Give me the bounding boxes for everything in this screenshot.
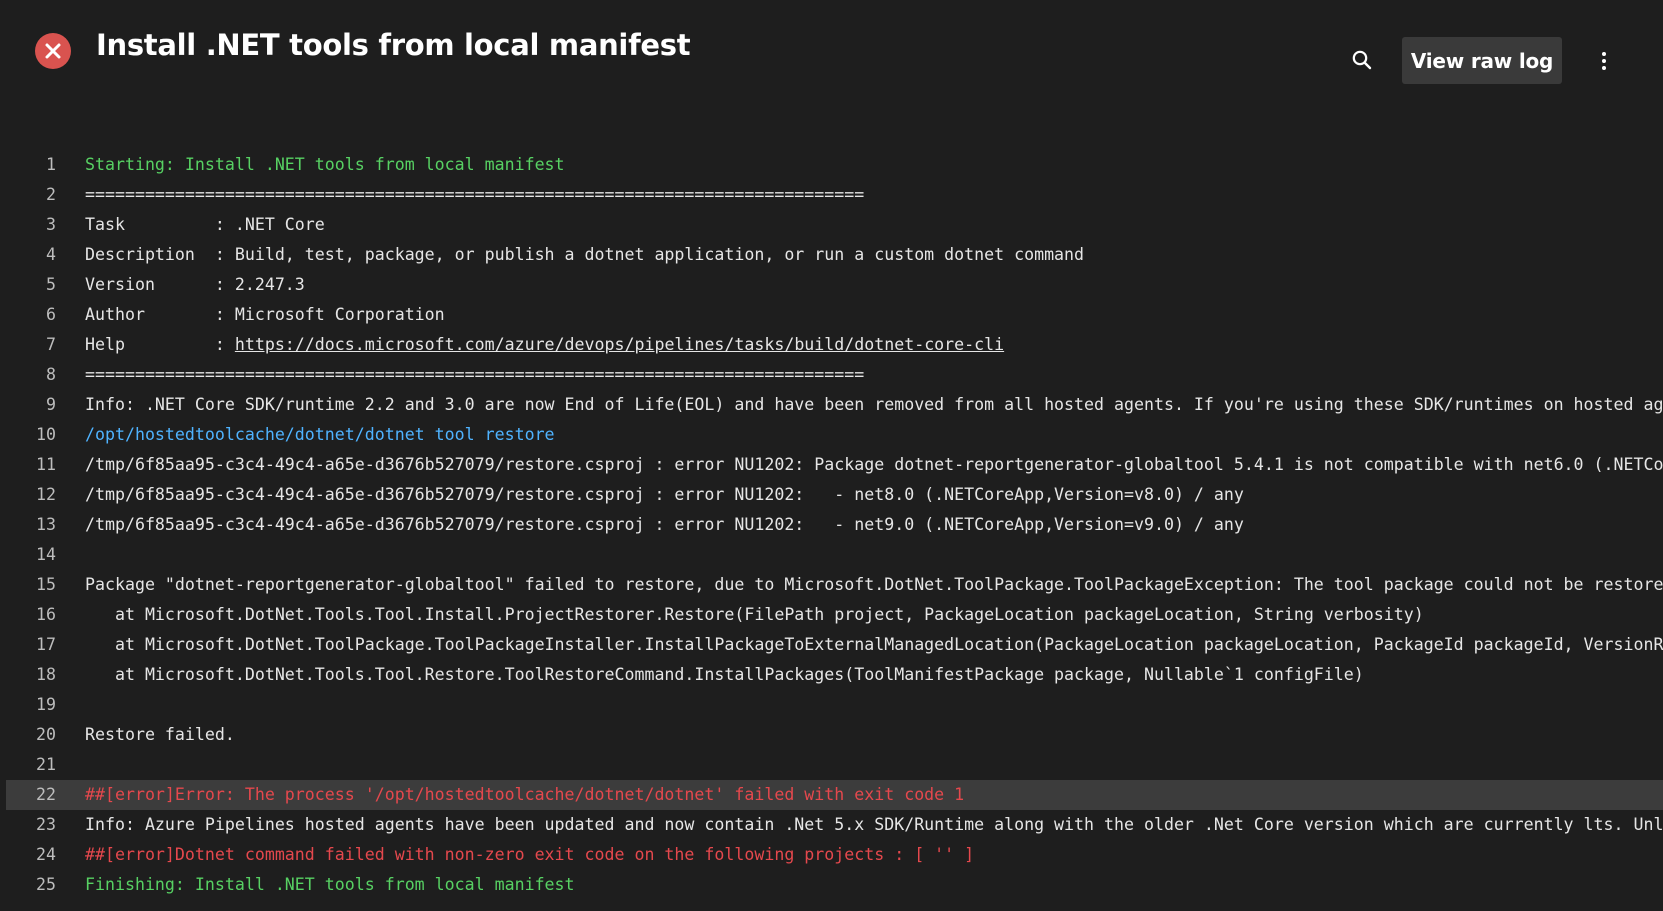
line-number[interactable]: 7 (0, 330, 56, 360)
log-line: 17 at Microsoft.DotNet.ToolPackage.ToolP… (0, 630, 1663, 660)
line-number[interactable]: 11 (0, 450, 56, 480)
line-text: /tmp/6f85aa95-c3c4-49c4-a65e-d3676b52707… (85, 455, 1663, 474)
error-status-icon (35, 33, 71, 69)
line-text: Version : 2.247.3 (85, 275, 305, 294)
line-text: at Microsoft.DotNet.Tools.Tool.Install.P… (85, 605, 1424, 624)
log-line: 15 Package "dotnet-reportgenerator-global… (0, 570, 1663, 600)
line-text: Finishing: Install .NET tools from local… (85, 875, 575, 894)
line-number[interactable]: 19 (0, 690, 56, 720)
more-vertical-icon (1602, 52, 1606, 70)
log-line: 12/tmp/6f85aa95-c3c4-49c4-a65e-d3676b527… (0, 480, 1663, 510)
line-number[interactable]: 6 (0, 300, 56, 330)
log-line: 11/tmp/6f85aa95-c3c4-49c4-a65e-d3676b527… (0, 450, 1663, 480)
log-line: 13/tmp/6f85aa95-c3c4-49c4-a65e-d3676b527… (0, 510, 1663, 540)
log-line: 4 Description : Build, test, package, or … (0, 240, 1663, 270)
log-line: 10/opt/hostedtoolcache/dotnet/dotnet too… (0, 420, 1663, 450)
line-number[interactable]: 22 (0, 780, 56, 810)
log-line: 18 at Microsoft.DotNet.Tools.Tool.Restor… (0, 660, 1663, 690)
line-text: Help : https://docs.microsoft.com/azure/… (85, 330, 1004, 360)
line-text: /opt/hostedtoolcache/dotnet/dotnet tool … (85, 425, 555, 444)
line-label: Help : (85, 335, 235, 354)
line-number[interactable]: 3 (0, 210, 56, 240)
log-line: 20 Restore failed. (0, 720, 1663, 750)
page-title: Install .NET tools from local manifest (96, 28, 691, 62)
line-number[interactable]: 17 (0, 630, 56, 660)
line-number[interactable]: 18 (0, 660, 56, 690)
line-number[interactable]: 15 (0, 570, 56, 600)
line-number[interactable]: 24 (0, 840, 56, 870)
more-options-button[interactable] (1592, 46, 1616, 76)
log-line: 25 Finishing: Install .NET tools from loc… (0, 870, 1663, 900)
line-text: ========================================… (85, 185, 865, 204)
log-line: 1 Starting: Install .NET tools from local… (0, 150, 1663, 180)
search-icon (1352, 50, 1372, 70)
line-number[interactable]: 10 (0, 420, 56, 450)
line-text: Info: .NET Core SDK/runtime 2.2 and 3.0 … (85, 395, 1663, 414)
help-link[interactable]: https://docs.microsoft.com/azure/devops/… (235, 335, 1004, 354)
line-number[interactable]: 14 (0, 540, 56, 570)
log-line: 8 =======================================… (0, 360, 1663, 390)
line-number[interactable]: 9 (0, 390, 56, 420)
line-text: ##[error]Error: The process '/opt/hosted… (85, 785, 965, 804)
log-line: 7 Help : https://docs.microsoft.com/azure… (0, 330, 1663, 360)
line-text: /tmp/6f85aa95-c3c4-49c4-a65e-d3676b52707… (85, 485, 1244, 504)
log-line: 2 =======================================… (0, 180, 1663, 210)
line-text: ##[error]Dotnet command failed with non-… (85, 845, 975, 864)
line-text: Package "dotnet-reportgenerator-globalto… (85, 575, 1663, 594)
log-line: 3 Task : .NET Core (0, 210, 1663, 240)
line-number[interactable]: 20 (0, 720, 56, 750)
line-number[interactable]: 13 (0, 510, 56, 540)
line-text: Description : Build, test, package, or p… (85, 245, 1085, 264)
log-line: 22 ##[error]Error: The process '/opt/host… (6, 780, 1663, 810)
line-number[interactable]: 21 (0, 750, 56, 780)
line-number[interactable]: 5 (0, 270, 56, 300)
log-line: 21 (0, 750, 1663, 780)
line-number[interactable]: 16 (0, 600, 56, 630)
line-text: Info: Azure Pipelines hosted agents have… (85, 815, 1663, 834)
line-number[interactable]: 23 (0, 810, 56, 840)
line-text: /tmp/6f85aa95-c3c4-49c4-a65e-d3676b52707… (85, 515, 1244, 534)
search-button[interactable] (1348, 46, 1376, 74)
line-number[interactable]: 4 (0, 240, 56, 270)
log-header: Install .NET tools from local manifest V… (0, 0, 1663, 110)
line-number[interactable]: 1 (0, 150, 56, 180)
log-line: 9 Info: .NET Core SDK/runtime 2.2 and 3.0… (0, 390, 1663, 420)
line-text: ========================================… (85, 365, 865, 384)
log-line: 19 (0, 690, 1663, 720)
line-number[interactable]: 12 (0, 480, 56, 510)
line-text: Author : Microsoft Corporation (85, 305, 445, 324)
log-line: 23 Info: Azure Pipelines hosted agents ha… (0, 810, 1663, 840)
line-number[interactable]: 25 (0, 870, 56, 900)
log-line: 16 at Microsoft.DotNet.Tools.Tool.Instal… (0, 600, 1663, 630)
log-output: 1 Starting: Install .NET tools from local… (0, 150, 1663, 911)
line-text: Restore failed. (85, 725, 235, 744)
log-line: 5 Version : 2.247.3 (0, 270, 1663, 300)
log-line: 24 ##[error]Dotnet command failed with no… (0, 840, 1663, 870)
log-line: 14 (0, 540, 1663, 570)
line-text: at Microsoft.DotNet.ToolPackage.ToolPack… (85, 635, 1663, 654)
log-line: 6 Author : Microsoft Corporation (0, 300, 1663, 330)
line-text: Task : .NET Core (85, 215, 325, 234)
line-number[interactable]: 2 (0, 180, 56, 210)
line-number[interactable]: 8 (0, 360, 56, 390)
line-text: at Microsoft.DotNet.Tools.Tool.Restore.T… (85, 665, 1364, 684)
view-raw-log-button[interactable]: View raw log (1402, 37, 1562, 84)
line-text: Starting: Install .NET tools from local … (85, 155, 565, 174)
